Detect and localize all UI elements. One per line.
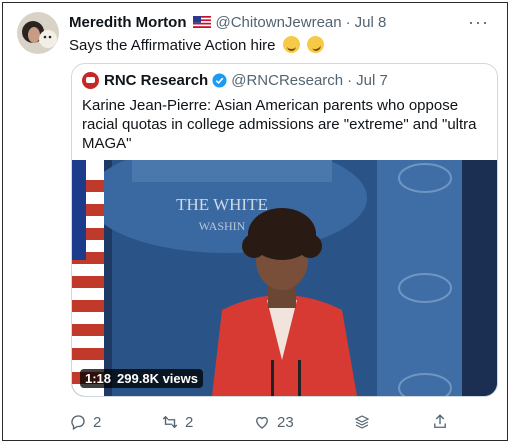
us-flag-icon bbox=[192, 16, 211, 28]
retweet-icon bbox=[162, 415, 178, 429]
video-views: 299.8K views bbox=[117, 371, 198, 386]
tweet-actions: 2 2 23 bbox=[69, 411, 449, 433]
share-icon bbox=[434, 414, 446, 428]
rnc-logo-icon bbox=[82, 72, 99, 89]
quoted-header: RNC Research @RNCResearch · Jul 7 bbox=[82, 72, 388, 89]
like-count: 23 bbox=[277, 413, 294, 431]
retweet-count: 2 bbox=[185, 413, 194, 431]
verified-badge-icon bbox=[212, 73, 227, 88]
quoted-text: Karine Jean-Pierre: Asian American paren… bbox=[82, 97, 477, 152]
backdrop-text-2: WASHIN bbox=[199, 219, 246, 233]
more-options-icon[interactable]: ··· bbox=[468, 12, 489, 33]
separator-dot: · bbox=[345, 13, 351, 31]
tweet-text: Says the Affirmative Action hire bbox=[69, 33, 327, 56]
video-stats-badge: 1:18 299.8K views bbox=[80, 369, 203, 388]
retweet-button[interactable]: 2 bbox=[161, 413, 193, 431]
share-button[interactable] bbox=[431, 413, 449, 431]
video-thumbnail: THE WHITE WASHIN bbox=[72, 160, 497, 396]
laughing-emoji-icon bbox=[282, 36, 300, 53]
quoted-author-handle[interactable]: @RNCResearch bbox=[231, 72, 343, 89]
author-handle[interactable]: @ChitownJewrean bbox=[216, 14, 342, 31]
stats-button[interactable] bbox=[353, 413, 371, 431]
backdrop-text-1: THE WHITE bbox=[176, 195, 268, 214]
video-player[interactable]: THE WHITE WASHIN 1:18 299.8K views bbox=[72, 160, 497, 396]
tweet-card[interactable]: Meredith Morton @ChitownJewrean · Jul 8 … bbox=[2, 2, 508, 441]
tweet-date[interactable]: Jul 8 bbox=[355, 14, 387, 31]
like-button[interactable]: 23 bbox=[253, 413, 294, 431]
quoted-author-name[interactable]: RNC Research bbox=[104, 72, 208, 89]
heart-icon bbox=[256, 416, 268, 429]
avatar[interactable] bbox=[17, 12, 59, 54]
author-name[interactable]: Meredith Morton bbox=[69, 14, 187, 31]
quoted-tweet[interactable]: RNC Research @RNCResearch · Jul 7 Karine… bbox=[71, 63, 498, 397]
tweet-header: Meredith Morton @ChitownJewrean · Jul 8 bbox=[69, 12, 487, 32]
reply-count: 2 bbox=[93, 413, 102, 431]
quoted-separator-dot: · bbox=[347, 72, 353, 89]
reply-icon bbox=[71, 415, 85, 430]
rofl-emoji-icon bbox=[304, 33, 327, 56]
quoted-date[interactable]: Jul 7 bbox=[356, 72, 388, 89]
video-duration: 1:18 bbox=[85, 371, 112, 386]
reply-button[interactable]: 2 bbox=[69, 413, 101, 431]
tweet-text-body: Says the Affirmative Action hire bbox=[69, 37, 276, 54]
layers-icon bbox=[355, 415, 370, 429]
